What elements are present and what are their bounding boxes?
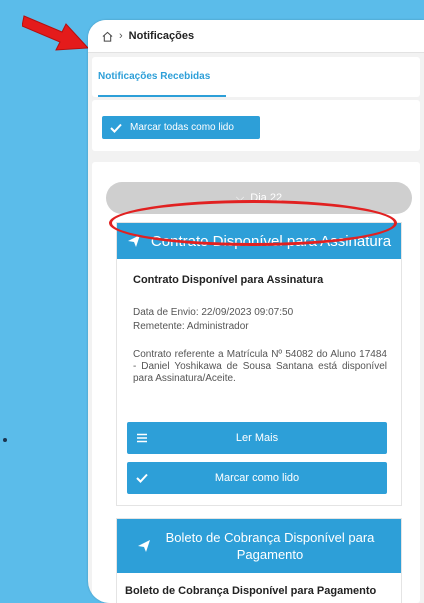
mark-all-bar: Marcar todas como lido (92, 100, 420, 151)
paper-plane-icon (138, 540, 150, 552)
notification-date: Data de Envio: 22/09/2023 09:07:50 (133, 307, 294, 318)
check-icon (110, 123, 122, 133)
tab-bar: Notificações Recebidas (92, 57, 420, 97)
breadcrumb: › Notificações (88, 20, 424, 53)
mark-all-read-button[interactable]: Marcar todas como lido (102, 116, 260, 139)
menu-icon (137, 433, 147, 443)
mark-all-read-label: Marcar todas como lido (130, 122, 234, 133)
notification-header[interactable]: Boleto de Cobrança Disponível para Pagam… (117, 519, 401, 573)
mark-as-read-button[interactable]: Marcar como lido (127, 462, 387, 494)
check-icon (136, 473, 148, 483)
notification-subtitle: Contrato Disponível para Assinatura (133, 274, 324, 286)
chevron-right-icon: › (119, 30, 123, 42)
notification-sender: Remetente: Administrador (133, 321, 249, 332)
red-arrow-annotation (22, 15, 90, 51)
decorative-dot (3, 438, 7, 442)
tab-notificacoes-recebidas[interactable]: Notificações Recebidas (98, 57, 226, 97)
read-more-button[interactable]: Ler Mais (127, 422, 387, 454)
read-more-label: Ler Mais (235, 432, 279, 444)
notification-card: Boleto de Cobrança Disponível para Pagam… (116, 518, 402, 603)
mark-as-read-label: Marcar como lido (214, 472, 300, 484)
notification-text: Contrato referente a Matrícula Nº 54082 … (133, 349, 387, 384)
notification-title: Boleto de Cobrança Disponível para Pagam… (165, 530, 375, 562)
breadcrumb-current: Notificações (128, 30, 195, 42)
notification-subtitle: Boleto de Cobrança Disponível para Pagam… (125, 585, 377, 597)
home-icon[interactable] (102, 31, 113, 42)
red-circle-annotation (109, 200, 397, 246)
phone-screen: › Notificações Notificações Recebidas Ma… (88, 20, 424, 603)
